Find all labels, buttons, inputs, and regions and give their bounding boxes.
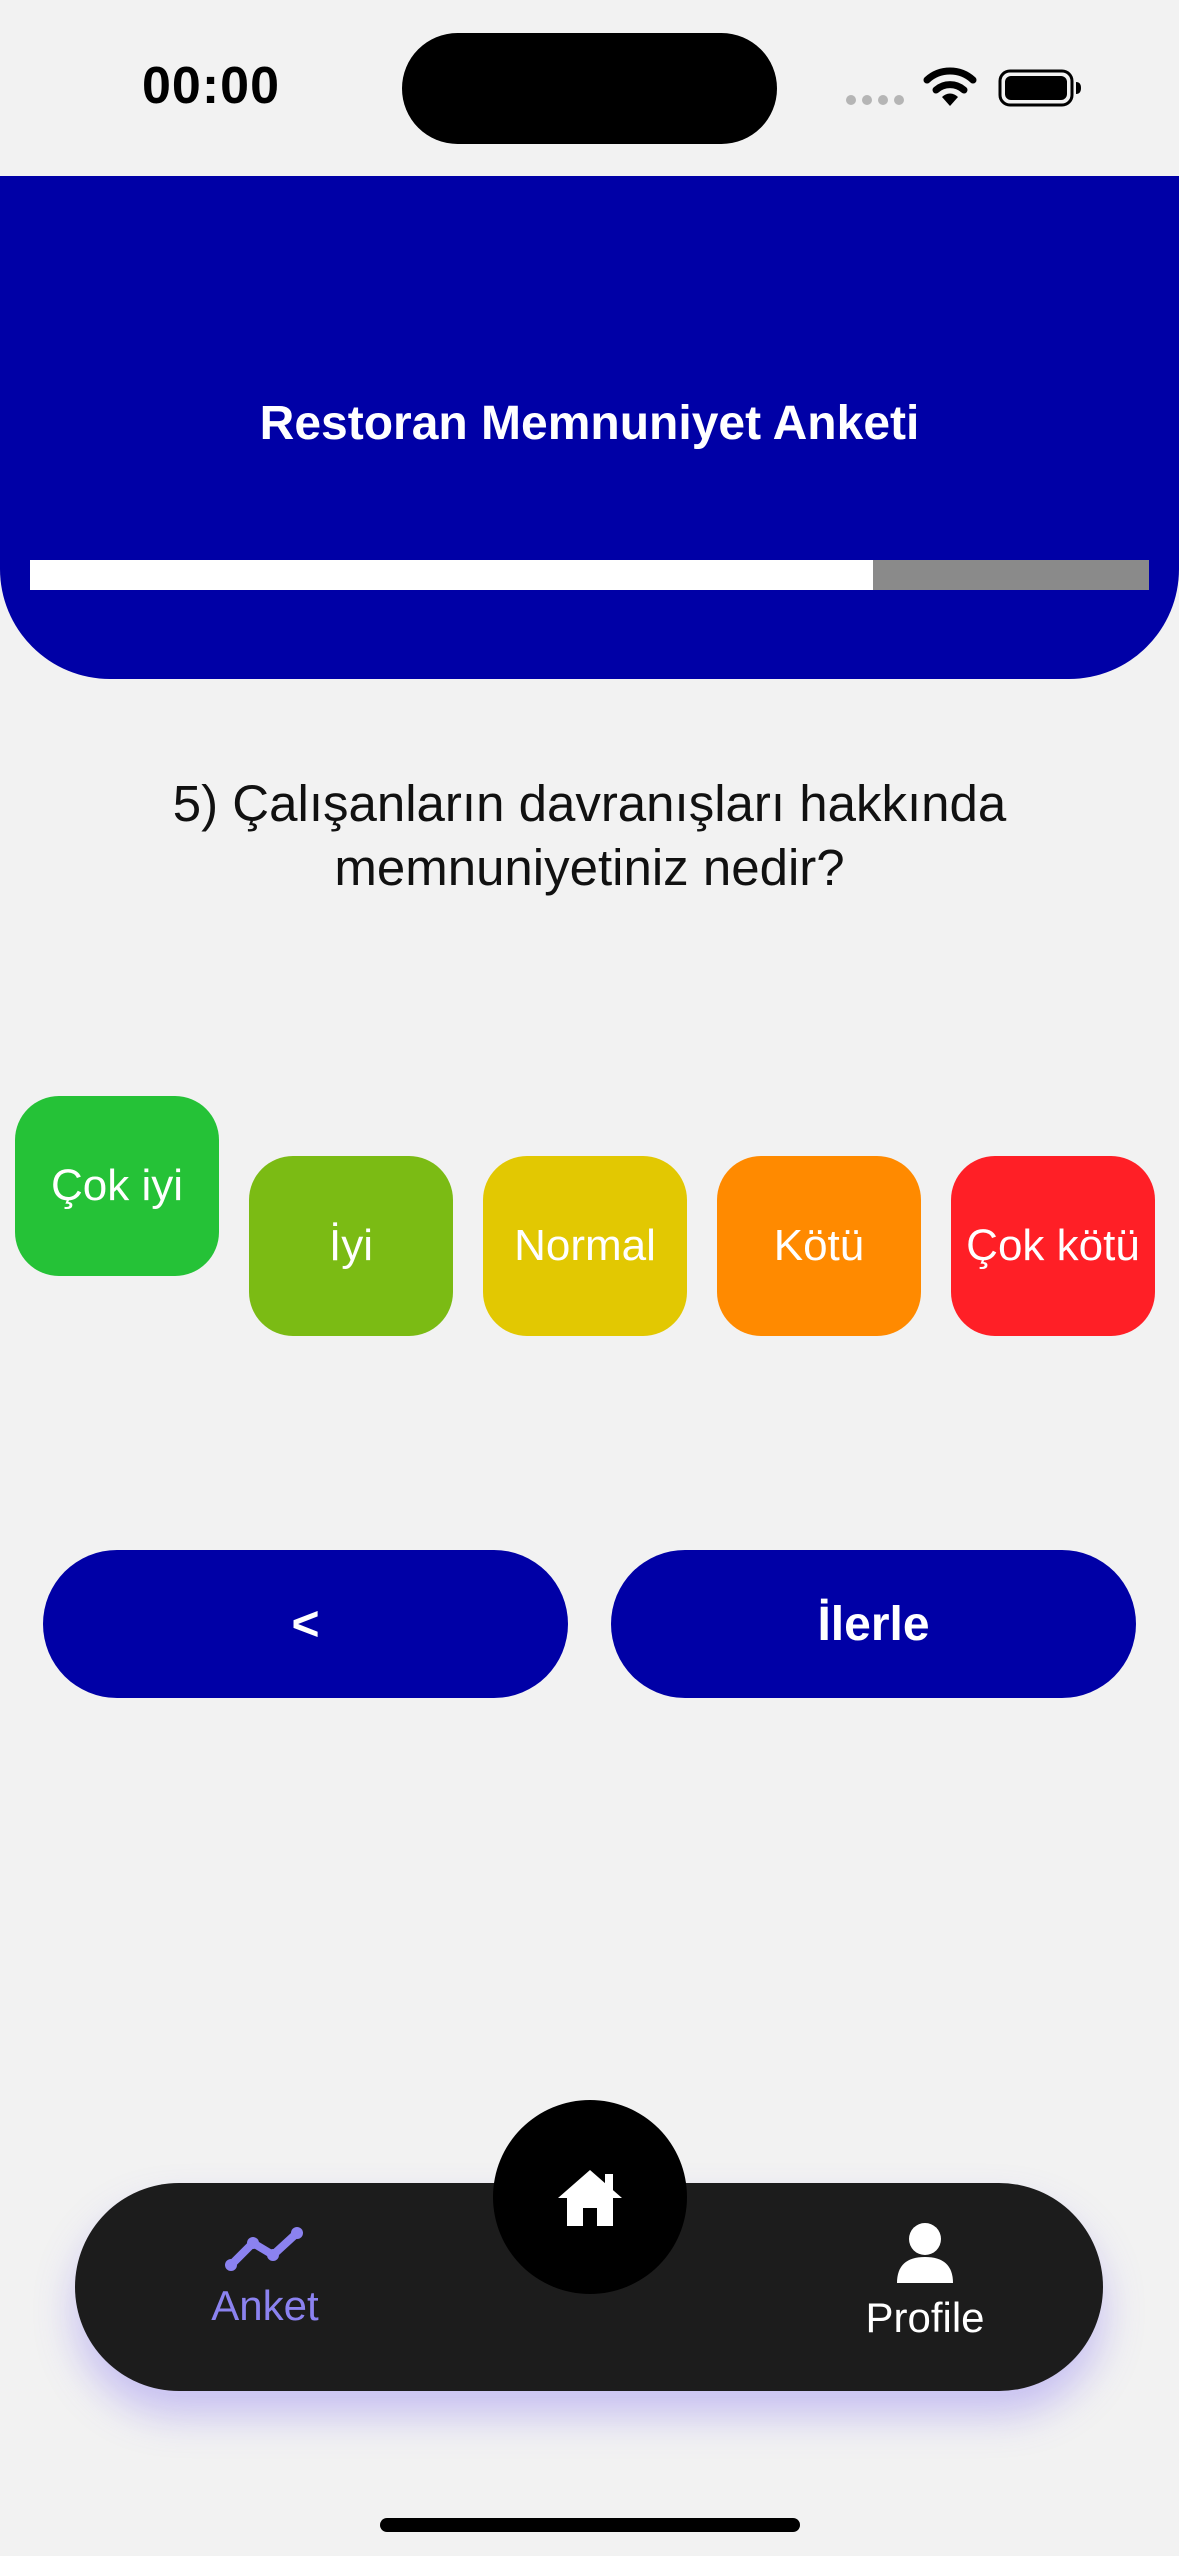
tab-anket-label: Anket	[211, 2282, 319, 2329]
option-iyi[interactable]: İyi	[249, 1156, 453, 1336]
option-normal[interactable]: Normal	[483, 1156, 687, 1336]
home-indicator	[380, 2518, 800, 2532]
survey-progress-fill	[30, 560, 873, 590]
option-kotu[interactable]: Kötü	[717, 1156, 921, 1336]
survey-title: Restoran Memnuniyet Anketi	[259, 397, 920, 450]
person-icon	[897, 2223, 953, 2283]
survey-header: Restoran Memnuniyet Anketi	[0, 176, 1179, 679]
wifi-icon	[923, 67, 977, 106]
cellular-signal-icon	[846, 95, 904, 105]
status-bar: 00:00	[0, 0, 1179, 176]
chart-line-icon	[225, 2227, 303, 2271]
home-button[interactable]	[493, 2100, 687, 2294]
survey-progress-bar	[30, 560, 1149, 590]
status-time: 00:00	[142, 57, 280, 115]
battery-icon	[998, 69, 1081, 107]
option-cok-iyi[interactable]: Çok iyi	[15, 1096, 219, 1276]
back-button[interactable]: <	[43, 1550, 568, 1698]
question-text: 5) Çalışanların davranışları hakkında me…	[172, 775, 1007, 896]
dynamic-island	[402, 33, 777, 144]
next-button[interactable]: İlerle	[611, 1550, 1136, 1698]
home-icon	[558, 2170, 622, 2226]
option-cok-kotu[interactable]: Çok kötü	[951, 1156, 1155, 1336]
tab-profile[interactable]: Profile	[845, 2221, 1005, 2342]
tab-anket[interactable]: Anket	[185, 2227, 345, 2330]
tab-profile-label: Profile	[865, 2294, 985, 2341]
